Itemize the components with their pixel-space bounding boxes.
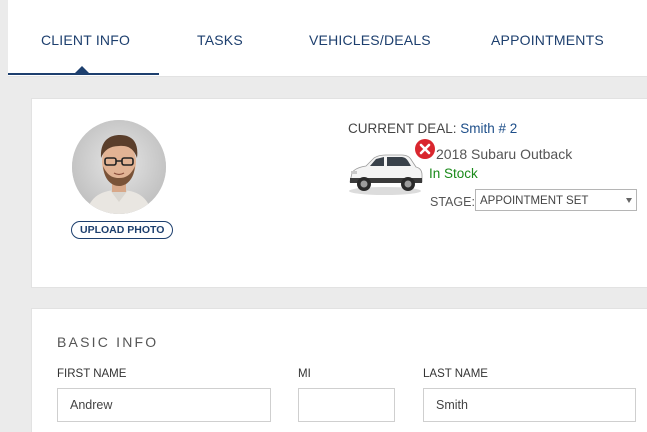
- upload-photo-button[interactable]: UPLOAD PHOTO: [71, 221, 174, 239]
- section-title: BASIC INFO: [57, 334, 159, 350]
- first-name-field[interactable]: Andrew: [57, 388, 271, 422]
- tab-vehicles-deals[interactable]: VEHICLES/DEALS: [309, 32, 431, 48]
- active-tab-indicator: [8, 73, 159, 75]
- client-summary-card: UPLOAD PHOTO CURRENT DEAL: Smith # 2 201…: [31, 98, 647, 288]
- last-name-field[interactable]: Smith: [423, 388, 636, 422]
- first-name-label: FIRST NAME: [57, 368, 127, 380]
- tab-tasks[interactable]: TASKS: [197, 32, 243, 48]
- tab-bar: CLIENT INFO TASKS VEHICLES/DEALS APPOINT…: [8, 0, 647, 77]
- tab-client-info[interactable]: CLIENT INFO: [41, 32, 130, 48]
- stock-status: In Stock: [429, 166, 478, 181]
- current-deal: CURRENT DEAL: Smith # 2: [348, 121, 517, 136]
- current-deal-link[interactable]: Smith # 2: [460, 121, 517, 136]
- client-avatar: [72, 120, 166, 214]
- vehicle-thumbnail: [349, 154, 423, 195]
- current-deal-label: CURRENT DEAL:: [348, 121, 461, 136]
- tab-appointments[interactable]: APPOINTMENTS: [491, 32, 604, 48]
- stage-select-value: APPOINTMENT SET: [480, 195, 589, 207]
- last-name-label: LAST NAME: [423, 368, 488, 380]
- dropdown-arrow-icon: [626, 198, 632, 203]
- mi-label: MI: [298, 368, 311, 380]
- mi-field[interactable]: [298, 388, 395, 422]
- stage-label: STAGE:: [430, 195, 475, 209]
- stage-select[interactable]: APPOINTMENT SET: [475, 189, 637, 211]
- basic-info-card: BASIC INFO FIRST NAME Andrew MI LAST NAM…: [31, 308, 647, 432]
- vehicle-name[interactable]: 2018 Subaru Outback: [436, 146, 572, 162]
- remove-vehicle-icon[interactable]: [415, 139, 435, 159]
- person-photo-icon: [72, 120, 166, 214]
